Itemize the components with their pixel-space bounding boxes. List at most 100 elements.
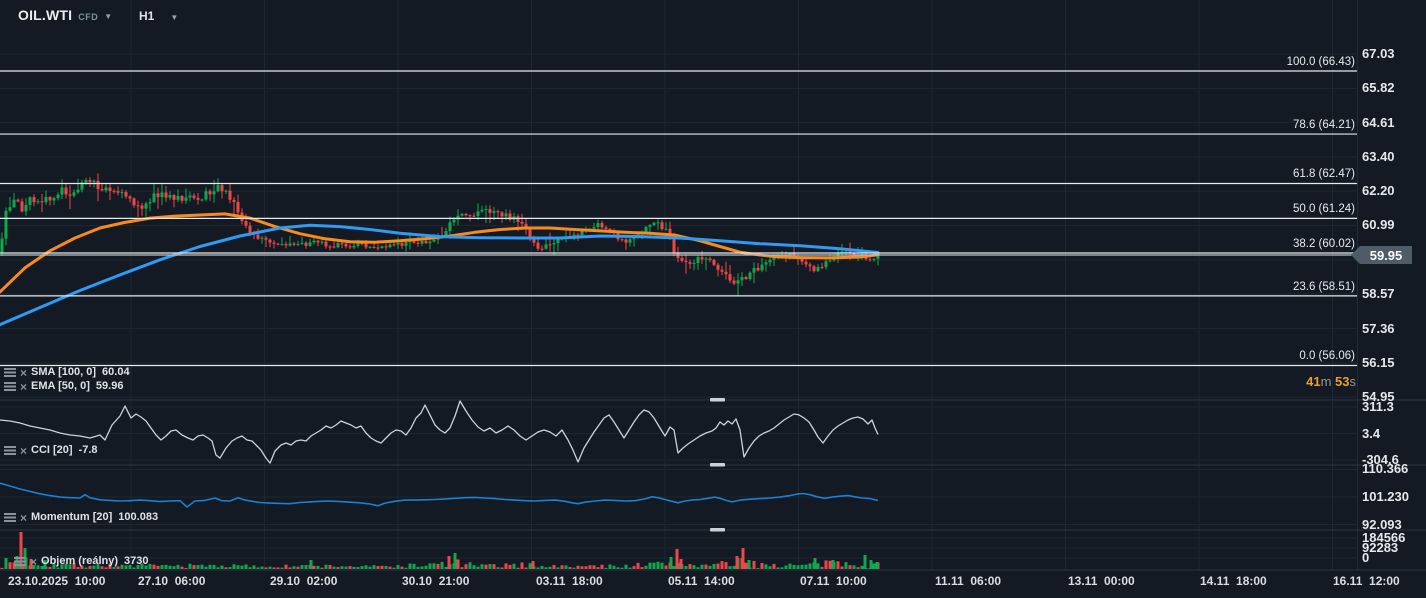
panel-resize-handle[interactable] xyxy=(710,398,725,402)
volume-bar xyxy=(717,564,720,569)
candle-body xyxy=(429,242,432,244)
volume-bar xyxy=(673,566,676,569)
candle-body xyxy=(9,207,12,211)
volume-bar xyxy=(705,565,708,569)
candle-body xyxy=(5,211,8,239)
candle-body xyxy=(625,239,628,242)
candle-body xyxy=(681,258,684,261)
candle-body xyxy=(417,243,420,244)
volume-bar xyxy=(569,567,572,569)
candle-body xyxy=(493,211,496,213)
candle-body xyxy=(657,222,660,223)
volume-bar xyxy=(153,565,156,569)
volume-bar xyxy=(381,566,384,569)
candle-body xyxy=(245,221,248,226)
volume-bar xyxy=(485,565,488,569)
fib-level-label: 38.2 (60.02) xyxy=(1293,237,1355,251)
candle-body xyxy=(389,244,392,247)
volume-bar xyxy=(448,556,451,569)
candle-body xyxy=(181,196,184,201)
indicator-remove-icon[interactable]: × xyxy=(20,381,27,393)
candle-body xyxy=(25,205,28,211)
volume-bar xyxy=(841,566,844,569)
volume-bar xyxy=(197,565,200,569)
candle-body xyxy=(593,227,596,229)
candle-body xyxy=(305,243,308,246)
candle-body xyxy=(653,223,656,225)
time-axis-label: 07.11 10:00 xyxy=(800,574,867,588)
timeframe-selector[interactable]: H1 ▼ xyxy=(139,9,178,23)
volume-bar xyxy=(349,566,352,569)
time-axis-label: 05.11 14:00 xyxy=(668,574,735,588)
indicator-remove-icon[interactable]: × xyxy=(30,556,37,568)
indicator-remove-icon[interactable]: × xyxy=(20,445,27,457)
candle-body xyxy=(549,244,552,245)
volume-bar xyxy=(245,564,248,569)
candle-body xyxy=(125,192,128,196)
volume-bar xyxy=(713,564,716,569)
volume-bar xyxy=(553,565,556,569)
indicator-value: 59.96 xyxy=(96,380,124,393)
candle-body xyxy=(373,247,376,248)
candle-body xyxy=(345,244,348,246)
candle-body xyxy=(485,209,488,210)
candle-body xyxy=(233,200,236,202)
volume-bar xyxy=(633,566,636,569)
volume-bar xyxy=(289,567,292,569)
symbol-selector[interactable]: OIL.WTI CFD ▼ xyxy=(18,7,112,23)
price-axis-tick: 67.03 xyxy=(1362,46,1395,62)
chevron-down-icon: ▼ xyxy=(170,13,178,22)
volume-bar xyxy=(433,563,436,569)
candle-body xyxy=(765,262,768,264)
price-axis-tick: 56.15 xyxy=(1362,355,1395,371)
fib-level-label: 61.8 (62.47) xyxy=(1293,167,1355,181)
panel-resize-handle[interactable] xyxy=(710,528,725,532)
candle-body xyxy=(461,214,464,216)
candle-body xyxy=(557,239,560,243)
volume-bar xyxy=(736,556,739,569)
indicator-settings-icon[interactable] xyxy=(14,557,26,566)
volume-bar xyxy=(521,562,524,569)
price-axis-tick: 65.82 xyxy=(1362,80,1395,96)
cci-line xyxy=(0,401,878,463)
candle-body xyxy=(369,247,372,248)
candle-body xyxy=(229,191,232,200)
panel-resize-handle[interactable] xyxy=(710,463,725,467)
volume-bar xyxy=(577,566,580,569)
last-price-tag: 59.95 xyxy=(1360,246,1412,264)
candle-body xyxy=(449,222,452,231)
candle-body xyxy=(753,268,756,273)
indicator-settings-icon[interactable] xyxy=(4,513,16,522)
volume-bar xyxy=(857,567,860,569)
candle-body xyxy=(649,225,652,227)
volume-bar xyxy=(581,566,584,569)
candle-body xyxy=(337,243,340,247)
volume-bar xyxy=(665,566,668,569)
chart-canvas[interactable] xyxy=(0,0,1426,598)
indicator-remove-icon[interactable]: × xyxy=(20,512,27,524)
candle-body xyxy=(505,214,508,217)
candle-body xyxy=(209,191,212,194)
indicator-settings-icon[interactable] xyxy=(4,382,16,391)
indicator-settings-icon[interactable] xyxy=(4,446,16,455)
indicator-settings-icon[interactable] xyxy=(4,368,16,377)
candle-body xyxy=(873,259,876,260)
legend-row-cci: × CCI [20] -7.8 xyxy=(4,444,98,457)
volume-bar xyxy=(313,566,316,569)
volume-bar xyxy=(876,562,879,569)
candle-body xyxy=(453,219,456,222)
volume-bar xyxy=(461,567,464,569)
volume-bar xyxy=(709,566,712,569)
candle-body xyxy=(757,268,760,270)
candle-body xyxy=(133,198,136,205)
candle-body xyxy=(321,242,324,243)
volume-bar xyxy=(809,563,812,569)
indicator-label: Objem (reálny) xyxy=(41,555,118,568)
volume-bar xyxy=(193,565,196,569)
indicator-remove-icon[interactable]: × xyxy=(20,367,27,379)
candle-body xyxy=(665,229,668,230)
volume-bar xyxy=(805,565,808,569)
volume-bar xyxy=(229,567,232,569)
volume-bar xyxy=(233,564,236,569)
volume-bar xyxy=(369,567,372,569)
